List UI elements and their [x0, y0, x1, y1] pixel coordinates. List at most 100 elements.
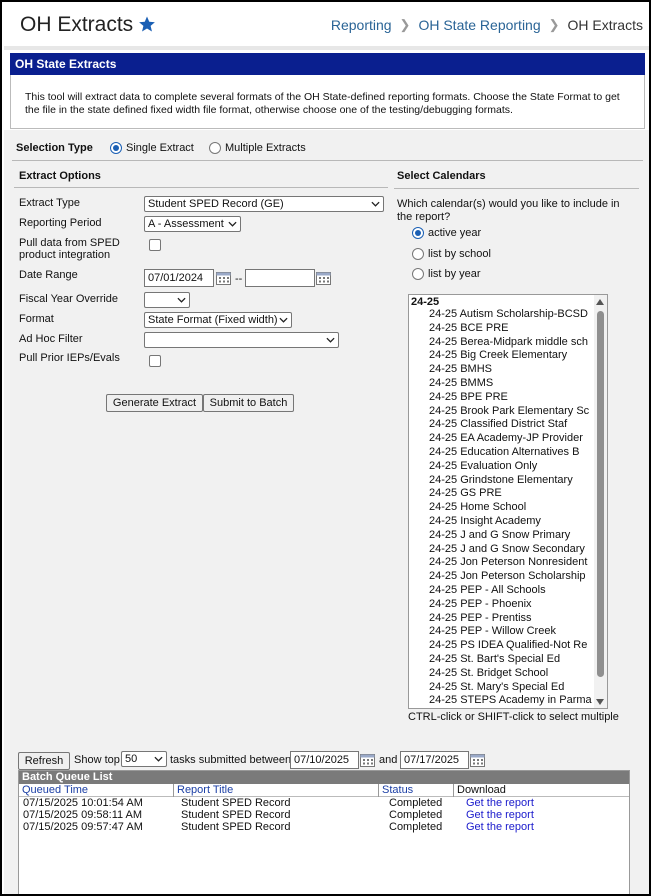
- submit-to-batch-button[interactable]: Submit to Batch: [203, 394, 294, 412]
- calendar-option[interactable]: 24-25 St. Mary's Special Ed: [409, 681, 594, 695]
- reporting-period-select[interactable]: A - Assessment: [144, 216, 241, 232]
- calendar-option[interactable]: 24-25 PEP - All Schools: [409, 584, 594, 598]
- format-value: State Format (Fixed width): [148, 314, 278, 326]
- calendar-icon[interactable]: [470, 753, 485, 767]
- scroll-up-icon[interactable]: [596, 299, 604, 305]
- prior-ieps-checkbox[interactable]: [149, 355, 161, 367]
- chevron-down-icon: [371, 201, 380, 207]
- pull-sped-checkbox[interactable]: [149, 239, 161, 251]
- calendar-option[interactable]: 24-25 PEP - Prentiss: [409, 612, 594, 626]
- calendar-option[interactable]: 24-25 Jon Peterson Nonresident: [409, 556, 594, 570]
- calendar-option[interactable]: 24-25 Berea-Midpark middle sch: [409, 336, 594, 350]
- format-select[interactable]: State Format (Fixed width): [144, 312, 292, 328]
- batch-rows: 07/15/2025 10:01:54 AM Student SPED Recor…: [19, 797, 629, 833]
- calendar-option[interactable]: 24-25 J and G Snow Primary: [409, 529, 594, 543]
- list-by-year-option[interactable]: list by year: [412, 268, 481, 280]
- selection-type-label: Selection Type: [16, 142, 93, 154]
- calendar-option[interactable]: 24-25 Brook Park Elementary Sc: [409, 405, 594, 419]
- date-to-input[interactable]: [245, 269, 315, 287]
- calendar-option[interactable]: 24-25 Insight Academy: [409, 515, 594, 529]
- calendar-scrollbar[interactable]: [594, 295, 607, 708]
- calendar-option[interactable]: 24-25 Home School: [409, 501, 594, 515]
- get-report-link[interactable]: Get the report: [466, 821, 534, 833]
- batch-queue-header: Queued Time Report Title Status Download: [19, 784, 629, 797]
- report-title-cell: Student SPED Record: [181, 821, 291, 833]
- column-divider: [173, 784, 174, 797]
- queue-to-input[interactable]: 07/17/2025: [400, 751, 469, 769]
- calendar-option[interactable]: 24-25 Big Creek Elementary: [409, 349, 594, 363]
- extract-options-title: Extract Options: [19, 170, 101, 182]
- calendar-option[interactable]: 24-25 BMHS: [409, 363, 594, 377]
- multiple-extracts-option[interactable]: Multiple Extracts: [209, 142, 306, 154]
- status-cell: Completed: [389, 821, 443, 833]
- star-icon[interactable]: [138, 15, 156, 33]
- chevron-right-icon: ❯: [399, 17, 411, 32]
- calendar-option[interactable]: 24-25 GS PRE: [409, 487, 594, 501]
- col-status[interactable]: Status: [382, 784, 413, 797]
- show-top-select[interactable]: 50: [121, 751, 167, 767]
- calendar-option[interactable]: 24-25 PEP - Willow Creek: [409, 625, 594, 639]
- generate-extract-button[interactable]: Generate Extract: [106, 394, 203, 412]
- page-header: OH Extracts Reporting ❯ OH State Reporti…: [4, 4, 649, 46]
- adhoc-filter-select[interactable]: [144, 332, 339, 348]
- format-label: Format: [19, 313, 54, 325]
- get-report-link[interactable]: Get the report: [466, 797, 534, 809]
- calendar-option[interactable]: 24-25 BPE PRE: [409, 391, 594, 405]
- date-from-input[interactable]: 07/01/2024: [144, 269, 214, 287]
- batch-queue-title: Batch Queue List: [19, 771, 629, 784]
- select-calendars-title: Select Calendars: [397, 170, 486, 182]
- col-report-title[interactable]: Report Title: [177, 784, 233, 797]
- breadcrumb-oh-state-reporting[interactable]: OH State Reporting: [418, 17, 540, 33]
- extract-type-select[interactable]: Student SPED Record (GE): [144, 196, 384, 212]
- active-year-option[interactable]: active year: [412, 227, 481, 239]
- calendar-option[interactable]: 24-25 PS IDEA Qualified-Not Re: [409, 639, 594, 653]
- col-queued-time[interactable]: Queued Time: [22, 784, 88, 797]
- calendar-option[interactable]: 24-25 STEPS Academy in Parma: [409, 694, 594, 708]
- extract-type-value: Student SPED Record (GE): [148, 198, 284, 210]
- calendar-icon[interactable]: [216, 271, 231, 285]
- chevron-down-icon: [326, 337, 335, 343]
- calendar-option[interactable]: 24-25 EA Academy-JP Provider: [409, 432, 594, 446]
- chevron-right-icon: ❯: [548, 17, 560, 32]
- calendar-option[interactable]: 24-25 Classified District Staf: [409, 418, 594, 432]
- breadcrumb-current: OH Extracts: [567, 17, 643, 33]
- calendar-option[interactable]: 24-25 Education Alternatives B: [409, 446, 594, 460]
- calendar-icon[interactable]: [316, 271, 331, 285]
- calendar-option[interactable]: 24-25 PEP - Phoenix: [409, 598, 594, 612]
- list-by-school-option[interactable]: list by school: [412, 248, 491, 260]
- single-extract-radio[interactable]: [110, 142, 122, 154]
- single-extract-option[interactable]: Single Extract: [110, 142, 194, 154]
- calendar-icon[interactable]: [360, 753, 375, 767]
- calendar-option[interactable]: 24-25 BCE PRE: [409, 322, 594, 336]
- calendar-listbox[interactable]: 24-25 24-25 Autism Scholarship-BCSD 24-25…: [408, 294, 608, 709]
- get-report-link[interactable]: Get the report: [466, 809, 534, 821]
- scroll-thumb[interactable]: [597, 311, 604, 677]
- prior-ieps-label: Pull Prior IEPs/Evals: [19, 352, 120, 364]
- calendar-option[interactable]: 24-25 St. Bart's Special Ed: [409, 653, 594, 667]
- calendar-question: Which calendar(s) would you like to incl…: [397, 198, 620, 223]
- breadcrumb-reporting[interactable]: Reporting: [331, 17, 392, 33]
- queued-time-cell: 07/15/2025 09:58:11 AM: [23, 809, 143, 821]
- calendar-option[interactable]: 24-25 Evaluation Only: [409, 460, 594, 474]
- calendar-option[interactable]: 24-25 J and G Snow Secondary: [409, 543, 594, 557]
- list-by-school-radio[interactable]: [412, 248, 424, 260]
- queue-from-input[interactable]: 07/10/2025: [290, 751, 359, 769]
- calendar-option[interactable]: 24-25 Jon Peterson Scholarship: [409, 570, 594, 584]
- list-by-year-radio[interactable]: [412, 268, 424, 280]
- extract-type-label: Extract Type: [19, 197, 80, 209]
- pull-sped-label-line1: Pull data from SPED: [19, 237, 120, 249]
- scroll-down-icon[interactable]: [596, 699, 604, 705]
- calendar-option[interactable]: 24-25 Grindstone Elementary: [409, 474, 594, 488]
- report-title-cell: Student SPED Record: [181, 797, 291, 809]
- refresh-button[interactable]: Refresh: [18, 752, 70, 770]
- calendar-option[interactable]: 24-25 BMMS: [409, 377, 594, 391]
- header-divider: [4, 46, 649, 50]
- active-year-radio[interactable]: [412, 227, 424, 239]
- calendar-option[interactable]: 24-25 St. Bridget School: [409, 667, 594, 681]
- active-year-label: active year: [428, 227, 482, 239]
- multiple-extracts-radio[interactable]: [209, 142, 221, 154]
- fiscal-year-select[interactable]: [144, 292, 190, 308]
- queued-time-cell: 07/15/2025 10:01:54 AM: [23, 797, 143, 809]
- divider: [14, 187, 388, 188]
- calendar-option[interactable]: 24-25 Autism Scholarship-BCSD: [409, 308, 594, 322]
